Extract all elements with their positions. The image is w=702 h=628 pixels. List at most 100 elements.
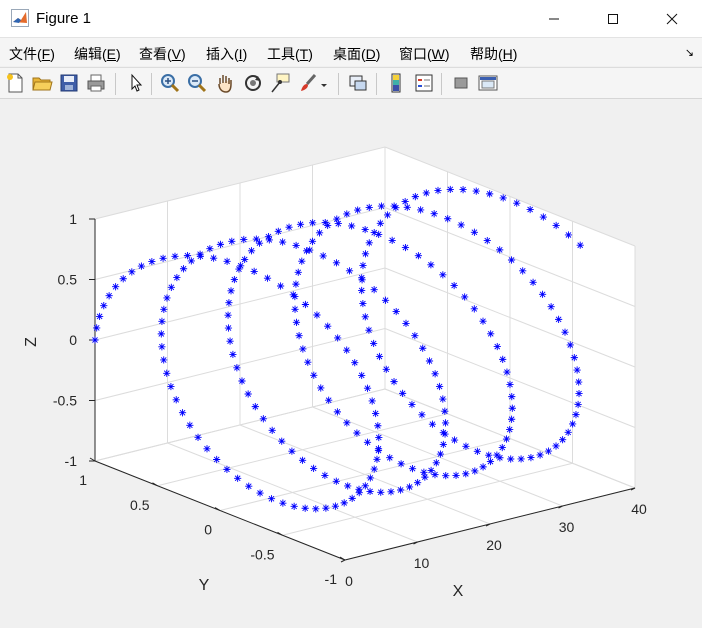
maximize-button[interactable] — [586, 0, 640, 38]
menu-desktop[interactable]: 桌面(D) — [333, 44, 380, 64]
data-point-marker — [576, 241, 584, 249]
data-point-marker — [569, 420, 577, 428]
show-plot-tools-icon[interactable] — [477, 72, 499, 94]
data-point-marker — [396, 486, 405, 494]
print-icon[interactable] — [85, 72, 107, 94]
data-point-marker — [213, 455, 221, 464]
menu-accelerator: D — [365, 46, 376, 62]
data-point-marker — [317, 384, 325, 392]
zoom-in-icon[interactable] — [159, 72, 181, 94]
data-point-marker — [486, 457, 495, 466]
data-point-marker — [171, 252, 179, 260]
data-point-marker — [436, 450, 445, 458]
menu-label: 桌面( — [333, 46, 366, 62]
new-figure-icon[interactable] — [4, 72, 26, 94]
data-point-marker — [216, 240, 225, 248]
data-point-marker — [298, 257, 306, 265]
data-point-marker — [233, 364, 241, 372]
brush-dropdown-icon[interactable] — [319, 72, 329, 94]
menu-tools[interactable]: 工具(T) — [267, 44, 313, 64]
data-point-marker — [365, 326, 373, 334]
colorbar-icon[interactable] — [385, 72, 407, 94]
data-point-marker — [363, 438, 372, 446]
data-point-marker — [479, 463, 487, 471]
data-point-marker — [439, 440, 447, 449]
z-tick-label: -1 — [65, 453, 78, 469]
brush-icon[interactable] — [297, 72, 319, 94]
data-point-marker — [450, 281, 458, 290]
hide-plot-tools-icon[interactable] — [450, 72, 472, 94]
data-point-marker — [112, 283, 120, 291]
data-point-marker — [331, 502, 340, 510]
data-point-marker — [315, 229, 324, 237]
menu-insert[interactable]: 插入(I) — [206, 44, 247, 64]
data-point-marker — [421, 473, 429, 481]
data-point-marker — [427, 261, 435, 269]
select-arrow-icon[interactable] — [124, 72, 146, 94]
link-plot-icon[interactable] — [347, 72, 369, 94]
data-point-marker — [301, 504, 309, 512]
data-point-marker — [507, 455, 515, 463]
data-point-marker — [308, 237, 317, 245]
data-point-marker — [462, 442, 470, 450]
menu-label: 工具( — [267, 46, 300, 62]
data-point-marker — [119, 275, 127, 283]
data-point-marker — [247, 247, 256, 255]
open-file-icon[interactable] — [31, 72, 53, 94]
close-button[interactable] — [645, 0, 699, 38]
data-point-marker — [290, 502, 298, 510]
data-point-marker — [291, 292, 299, 301]
menu-accelerator: T — [299, 46, 309, 62]
menu-accelerator: H — [502, 46, 513, 62]
zoom-out-icon[interactable] — [186, 72, 208, 94]
menu-label: 插入( — [206, 46, 239, 62]
data-point-marker — [361, 313, 369, 321]
data-point-marker — [373, 455, 381, 463]
menu-edit[interactable]: 编辑(E) — [74, 44, 121, 64]
dock-figure-icon[interactable]: ↘ — [685, 46, 694, 59]
data-point-marker — [268, 426, 276, 434]
menu-accelerator: E — [106, 46, 117, 62]
data-point-marker — [486, 190, 494, 198]
data-point-marker — [375, 352, 384, 361]
data-point-marker — [363, 384, 372, 392]
data-point-marker — [310, 371, 318, 379]
data-point-marker — [419, 344, 427, 352]
data-point-marker — [285, 223, 293, 231]
menu-help[interactable]: 帮助(H) — [470, 44, 517, 64]
data-point-marker — [566, 341, 574, 349]
data-point-marker — [572, 411, 580, 419]
legend-icon[interactable] — [413, 72, 435, 94]
data-point-marker — [544, 447, 553, 455]
data-point-marker — [508, 393, 516, 401]
save-icon[interactable] — [58, 72, 80, 94]
data-point-marker — [206, 245, 214, 253]
menu-window[interactable]: 窗口(W) — [399, 44, 450, 64]
data-point-marker — [187, 257, 195, 265]
menu-label-tail: ) — [242, 46, 248, 62]
data-point-marker — [513, 199, 521, 207]
data-point-marker — [374, 446, 383, 455]
data-point-marker — [294, 268, 302, 276]
data-point-marker — [333, 215, 341, 223]
axes-3d-plot[interactable]: 010203040-1-0.500.51-1-0.500.51 X Y Z — [0, 100, 702, 628]
data-point-marker — [496, 454, 504, 462]
menu-label-tail: ) — [444, 46, 450, 62]
menu-view[interactable]: 查看(V) — [139, 44, 186, 64]
data-point-marker — [361, 482, 369, 490]
figure-canvas: 0 10 20 30 40 -1 -0.5 0 0.5 1 -1 -0.5 0 0.5 1 X Y Z — [0, 100, 702, 628]
data-point-marker — [570, 354, 578, 362]
pan-hand-icon[interactable] — [214, 72, 236, 94]
toolbar-separator — [376, 73, 377, 95]
data-point-marker — [377, 488, 385, 496]
data-point-marker — [564, 231, 573, 239]
data-point-marker — [299, 345, 307, 353]
data-point-marker — [361, 250, 370, 258]
rotate-3d-icon[interactable] — [242, 72, 264, 94]
toolbar-separator — [115, 73, 116, 95]
toolbar-separator — [441, 73, 442, 95]
data-cursor-icon[interactable] — [269, 72, 291, 94]
data-point-marker — [128, 268, 136, 276]
minimize-button[interactable] — [527, 0, 581, 38]
menu-file[interactable]: 文件(F) — [9, 44, 55, 64]
